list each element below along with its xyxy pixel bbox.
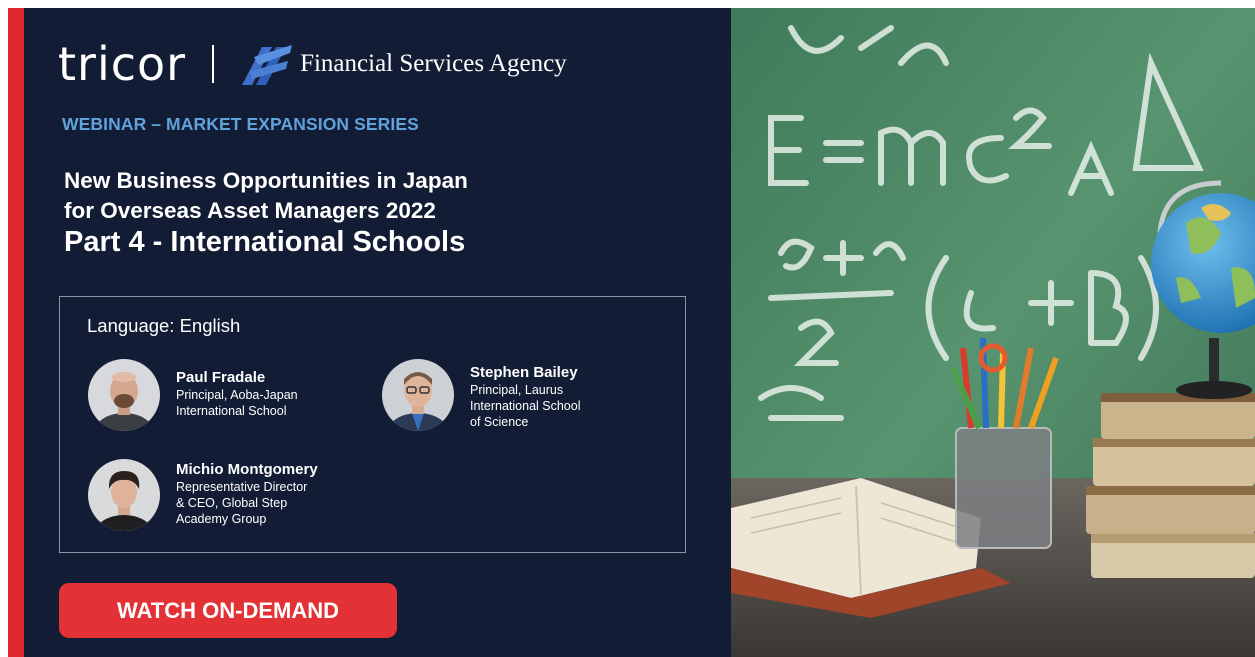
speaker-role: Principal, Laurus: [470, 383, 564, 397]
info-panel: tricor Financial Services Agency WEBINAR…: [24, 8, 731, 657]
language-label: Language: English: [87, 315, 241, 336]
title-line-3: Part 4 - International Schools: [64, 226, 466, 258]
title-line-1: New Business Opportunities in Japan: [64, 168, 468, 193]
tricor-logo[interactable]: tricor: [58, 41, 186, 87]
speaker-card: Paul Fradale Principal, Aoba-Japan Inter…: [88, 359, 298, 431]
fsa-logo-icon: [242, 45, 293, 85]
speaker-role: Principal, Aoba-Japan: [176, 388, 298, 402]
webinar-banner: tricor Financial Services Agency WEBINAR…: [8, 8, 1255, 657]
logo-row: tricor Financial Services Agency: [58, 34, 567, 94]
speaker-name: Paul Fradale: [176, 369, 266, 386]
chalkboard-photo: [731, 8, 1255, 657]
speaker-card: Stephen Bailey Principal, Laurus Interna…: [382, 359, 581, 431]
accent-bar: [8, 8, 24, 657]
avatar: [88, 459, 160, 531]
watch-on-demand-button[interactable]: WATCH ON-DEMAND: [59, 583, 397, 638]
avatar: [382, 359, 454, 431]
logo-divider: [212, 45, 215, 83]
speaker-role: Academy Group: [176, 512, 267, 526]
speaker-role: Representative Director: [176, 480, 308, 494]
speaker-role: International School: [176, 404, 287, 418]
speaker-role: International School: [470, 399, 581, 413]
series-label: WEBINAR – MARKET EXPANSION SERIES: [62, 114, 419, 134]
speaker-role: of Science: [470, 415, 529, 429]
speaker-role: & CEO, Global Step: [176, 496, 288, 510]
partner-name: Financial Services Agency: [300, 50, 567, 77]
avatar: [88, 359, 160, 431]
speaker-name: Michio Montgomery: [176, 461, 318, 478]
speakers-box: Language: English Paul Fradale Principal…: [59, 296, 686, 553]
title-line-2: for Overseas Asset Managers 2022: [64, 198, 436, 223]
speaker-card: Michio Montgomery Representative Directo…: [88, 459, 318, 531]
speaker-name: Stephen Bailey: [470, 364, 578, 381]
